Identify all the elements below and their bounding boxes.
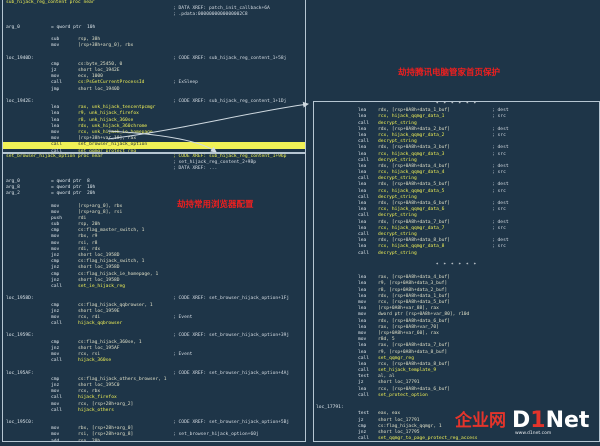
arrow-to-hijack-panel bbox=[107, 130, 217, 153]
annotation-tencent-homepage-hijack: 劫持腾讯电脑管家首页保护 bbox=[398, 68, 501, 78]
flow-arrows bbox=[107, 101, 309, 153]
watermark-logo: 企业网 D1Net www.d1net.com bbox=[455, 399, 597, 443]
watermark-url: www.d1net.com bbox=[515, 431, 552, 436]
annotation-browser-config-hijack: 劫持常用浏览器配置 bbox=[177, 200, 254, 210]
arrow-to-decrypt-panel bbox=[107, 101, 309, 140]
watermark-cn-text: 企业网 bbox=[455, 410, 506, 431]
watermark-d1net: D1Net bbox=[512, 407, 590, 433]
